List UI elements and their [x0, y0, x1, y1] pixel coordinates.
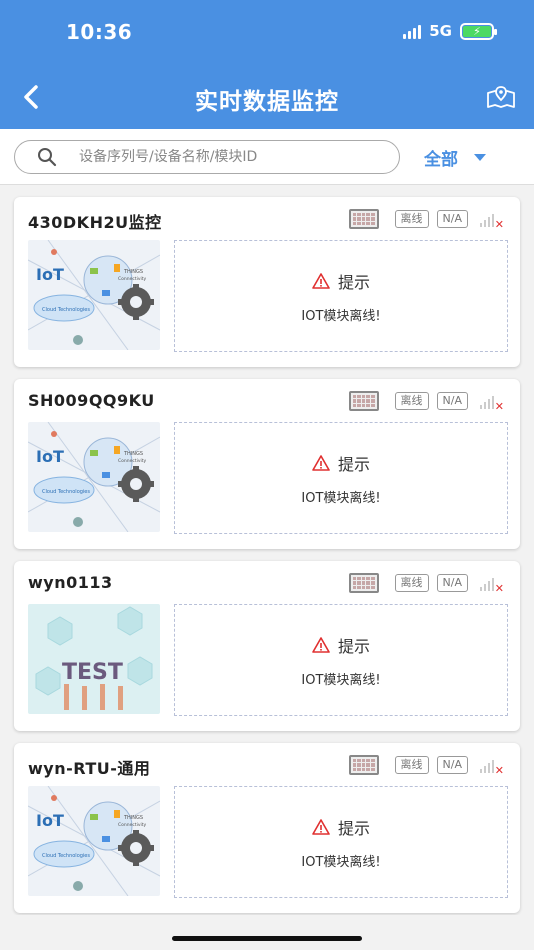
offline-notice: 提示 IOT模块离线!	[174, 604, 508, 716]
offline-notice: 提示 IOT模块离线!	[174, 422, 508, 534]
svg-text:THINGS: THINGS	[123, 451, 143, 457]
na-badge: N/A	[436, 755, 468, 775]
device-name: 430DKH2U监控	[28, 213, 162, 232]
home-indicator[interactable]	[172, 936, 362, 941]
svg-text:Connectivity: Connectivity	[118, 458, 147, 464]
svg-text:Connectivity: Connectivity	[118, 822, 147, 828]
map-location-icon	[487, 86, 515, 108]
svg-text:IoT: IoT	[36, 447, 64, 466]
offline-message: IOT模块离线!	[301, 490, 381, 506]
search-bar: 全部	[0, 129, 534, 185]
caret-down-icon	[474, 154, 486, 161]
device-tags: 离线 N/A ✕	[348, 391, 504, 413]
no-signal-icon: ✕	[480, 209, 504, 231]
status-time: 10:36	[66, 20, 133, 44]
notice-title: 提示	[337, 272, 370, 292]
offline-notice: 提示 IOT模块离线!	[174, 786, 508, 898]
notice-title: 提示	[337, 636, 370, 656]
data-grid-icon[interactable]	[348, 573, 379, 593]
network-type: 5G	[429, 22, 452, 40]
device-card[interactable]: wyn0113 离线 N/A ✕ TEST 提示 IOT模块离线!	[14, 561, 520, 731]
device-tags: 离线 N/A ✕	[348, 573, 504, 595]
warning-icon	[312, 272, 330, 289]
status-indicators: 5G ⚡	[403, 22, 497, 40]
data-grid-icon[interactable]	[348, 391, 379, 411]
svg-text:Connectivity: Connectivity	[118, 276, 147, 282]
search-icon	[35, 145, 59, 169]
na-badge: N/A	[436, 209, 468, 229]
svg-text:Cloud Technologies: Cloud Technologies	[42, 489, 90, 495]
notice-title: 提示	[337, 454, 370, 474]
cellular-signal-icon	[403, 23, 422, 39]
status-badge: 离线	[394, 391, 429, 411]
svg-text:THINGS: THINGS	[123, 269, 143, 275]
battery-icon: ⚡	[460, 22, 497, 40]
device-name: wyn-RTU-通用	[28, 759, 151, 778]
svg-text:IoT: IoT	[36, 265, 64, 284]
no-signal-icon: ✕	[480, 755, 504, 777]
device-tags: 离线 N/A ✕	[348, 209, 504, 231]
filter-dropdown[interactable]: 全部	[424, 145, 486, 170]
svg-text:THINGS: THINGS	[123, 815, 143, 821]
device-image: TEST	[28, 604, 160, 714]
na-badge: N/A	[436, 573, 468, 593]
status-badge: 离线	[394, 209, 429, 229]
device-image: IoT Cloud Technologies THINGS Connectivi…	[28, 422, 160, 532]
device-image: IoT Cloud Technologies THINGS Connectivi…	[28, 240, 160, 350]
warning-icon	[312, 454, 330, 471]
svg-text:Cloud Technologies: Cloud Technologies	[42, 307, 90, 313]
offline-message: IOT模块离线!	[301, 308, 381, 324]
svg-text:IoT: IoT	[36, 811, 64, 830]
device-card[interactable]: 430DKH2U监控 离线 N/A ✕ IoT Cloud Technologi…	[14, 197, 520, 367]
data-grid-icon[interactable]	[348, 755, 379, 775]
status-badge: 离线	[394, 573, 429, 593]
na-badge: N/A	[436, 391, 468, 411]
data-grid-icon[interactable]	[348, 209, 379, 229]
search-box[interactable]	[14, 140, 400, 174]
map-button[interactable]	[484, 82, 518, 112]
offline-message: IOT模块离线!	[301, 672, 381, 688]
status-badge: 离线	[394, 755, 429, 775]
page-title: 实时数据监控	[195, 89, 339, 115]
app-header: 10:36 5G ⚡ 实时数据监控	[0, 0, 534, 129]
search-input[interactable]	[79, 149, 369, 165]
device-name: SH009QQ9KU	[28, 391, 155, 410]
device-card[interactable]: wyn-RTU-通用 离线 N/A ✕ IoT Cloud Technologi…	[14, 743, 520, 913]
device-card[interactable]: SH009QQ9KU 离线 N/A ✕ IoT Cloud Technologi…	[14, 379, 520, 549]
warning-icon	[312, 636, 330, 653]
device-list: 430DKH2U监控 离线 N/A ✕ IoT Cloud Technologi…	[0, 185, 534, 915]
device-image: IoT Cloud Technologies THINGS Connectivi…	[28, 786, 160, 896]
filter-label: 全部	[424, 150, 458, 170]
offline-notice: 提示 IOT模块离线!	[174, 240, 508, 352]
device-name: wyn0113	[28, 573, 113, 592]
warning-icon	[312, 818, 330, 835]
svg-text:Cloud Technologies: Cloud Technologies	[42, 853, 90, 859]
offline-message: IOT模块离线!	[301, 854, 381, 870]
notice-title: 提示	[337, 818, 370, 838]
no-signal-icon: ✕	[480, 573, 504, 595]
device-tags: 离线 N/A ✕	[348, 755, 504, 777]
no-signal-icon: ✕	[480, 391, 504, 413]
svg-text:TEST: TEST	[62, 660, 123, 685]
